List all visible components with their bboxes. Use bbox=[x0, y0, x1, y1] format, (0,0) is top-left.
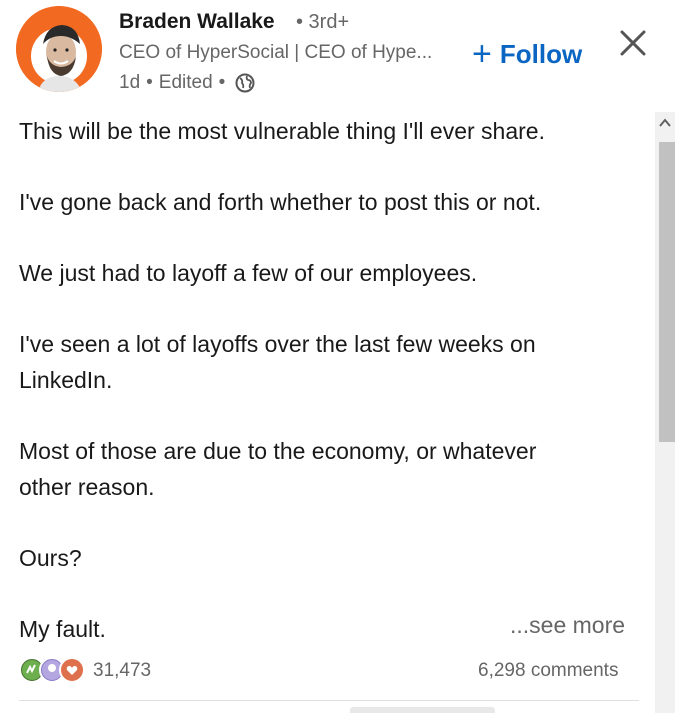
bottom-handle bbox=[350, 707, 495, 713]
reactions-summary[interactable]: 31,473 bbox=[19, 657, 151, 685]
avatar-photo bbox=[16, 6, 102, 92]
plus-icon: + bbox=[472, 35, 492, 73]
avatar[interactable] bbox=[16, 6, 102, 92]
reaction-icons bbox=[19, 657, 91, 685]
close-icon bbox=[620, 30, 646, 56]
globe-icon bbox=[235, 73, 255, 93]
divider bbox=[19, 700, 639, 701]
love-icon bbox=[59, 657, 85, 683]
scrollbar[interactable] bbox=[655, 112, 675, 713]
see-more-button[interactable]: ...see more bbox=[510, 612, 625, 639]
author-headline: CEO of HyperSocial | CEO of Hype... bbox=[119, 42, 433, 63]
post-time: 1d bbox=[119, 72, 141, 93]
follow-label: Follow bbox=[499, 38, 583, 69]
post-paragraph: I've seen a lot of layoffs over the last… bbox=[19, 331, 536, 393]
separator-dot: • bbox=[146, 72, 153, 93]
author-name[interactable]: Braden Wallake bbox=[119, 10, 275, 34]
connection-degree: • 3rd+ bbox=[296, 11, 350, 33]
post-paragraph: We just had to layoff a few of our emplo… bbox=[19, 260, 478, 286]
separator-dot: • bbox=[218, 72, 226, 93]
comments-count[interactable]: 6,298 comments bbox=[478, 660, 618, 682]
post-paragraph: Ours? bbox=[19, 545, 82, 571]
reaction-count: 31,473 bbox=[93, 660, 152, 681]
edited-label: Edited bbox=[158, 72, 213, 93]
post-body: This will be the most vulnerable thing I… bbox=[19, 113, 639, 682]
post-paragraph: This will be the most vulnerable thing I… bbox=[19, 118, 545, 144]
scroll-up-icon[interactable] bbox=[655, 112, 675, 134]
post-paragraph: I've gone back and forth whether to post… bbox=[19, 189, 542, 215]
post-paragraph: Most of those are due to the economy, or… bbox=[19, 438, 537, 500]
scrollbar-thumb[interactable] bbox=[659, 142, 675, 442]
post-meta: 1d • Edited • bbox=[119, 72, 255, 94]
close-button[interactable] bbox=[614, 24, 652, 62]
follow-button[interactable]: + Follow bbox=[472, 35, 582, 73]
